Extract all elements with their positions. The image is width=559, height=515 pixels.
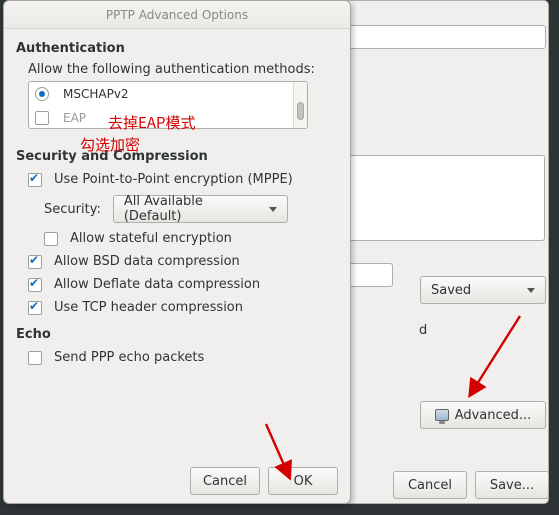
auth-heading: Authentication (16, 41, 338, 56)
security-combo[interactable]: All Available (Default) (113, 195, 288, 223)
advanced-button[interactable]: Advanced... (420, 401, 546, 429)
radio-icon[interactable] (35, 87, 49, 101)
security-combo-row: Security: All Available (Default) (28, 195, 338, 223)
bsd-label: Allow BSD data compression (54, 254, 240, 269)
bg-cancel-button[interactable]: Cancel (393, 471, 467, 499)
method-label: EAP (63, 111, 86, 125)
ppp-echo-label: Send PPP echo packets (54, 350, 204, 365)
bg-saved-label: Saved (431, 283, 471, 298)
chevron-down-icon (527, 288, 535, 293)
stateful-check[interactable] (44, 232, 58, 246)
security-label: Security: (44, 202, 101, 217)
bg-label-d: d (419, 323, 427, 338)
dialog-title: PPTP Advanced Options (106, 8, 248, 22)
scroll-thumb[interactable] (297, 102, 304, 120)
advanced-label: Advanced... (455, 408, 532, 423)
bg-saved-combo[interactable]: Saved (420, 276, 546, 304)
mppe-row[interactable]: Use Point-to-Point encryption (MPPE) (28, 172, 338, 187)
method-label: MSCHAPv2 (63, 87, 129, 101)
bsd-row[interactable]: Allow BSD data compression (28, 254, 338, 269)
echo-heading: Echo (16, 327, 338, 342)
ok-label: OK (294, 474, 313, 489)
bg-save-label: Save... (490, 478, 534, 493)
cancel-label: Cancel (203, 474, 247, 489)
tcp-label: Use TCP header compression (54, 300, 243, 315)
mppe-label: Use Point-to-Point encryption (MPPE) (54, 172, 293, 187)
tcp-check[interactable] (28, 301, 42, 315)
dialog-titlebar[interactable]: PPTP Advanced Options (4, 1, 350, 29)
ok-button[interactable]: OK (268, 467, 338, 495)
cancel-button[interactable]: Cancel (190, 467, 260, 495)
pptp-advanced-dialog: PPTP Advanced Options Authentication All… (3, 0, 351, 504)
auth-subheading: Allow the following authentication metho… (28, 62, 338, 77)
bsd-check[interactable] (28, 255, 42, 269)
deflate-check[interactable] (28, 278, 42, 292)
auth-method-eap[interactable]: EAP (29, 106, 307, 129)
security-heading: Security and Compression (16, 149, 338, 164)
bg-save-button[interactable]: Save... (475, 471, 549, 499)
deflate-label: Allow Deflate data compression (54, 277, 260, 292)
chevron-down-icon (269, 207, 277, 212)
deflate-row[interactable]: Allow Deflate data compression (28, 277, 338, 292)
auth-methods-list[interactable]: MSCHAPv2 EAP (28, 81, 308, 129)
ppp-echo-row[interactable]: Send PPP echo packets (28, 350, 338, 365)
mppe-check[interactable] (28, 173, 42, 187)
tcp-row[interactable]: Use TCP header compression (28, 300, 338, 315)
stateful-row[interactable]: Allow stateful encryption (28, 231, 338, 246)
auth-method-mschapv2[interactable]: MSCHAPv2 (29, 82, 307, 106)
monitor-icon (435, 409, 449, 421)
check-icon[interactable] (35, 111, 49, 125)
security-value: All Available (Default) (124, 194, 263, 224)
stateful-label: Allow stateful encryption (70, 231, 232, 246)
scrollbar[interactable] (293, 82, 307, 128)
ppp-echo-check[interactable] (28, 351, 42, 365)
bg-cancel-label: Cancel (408, 478, 452, 493)
